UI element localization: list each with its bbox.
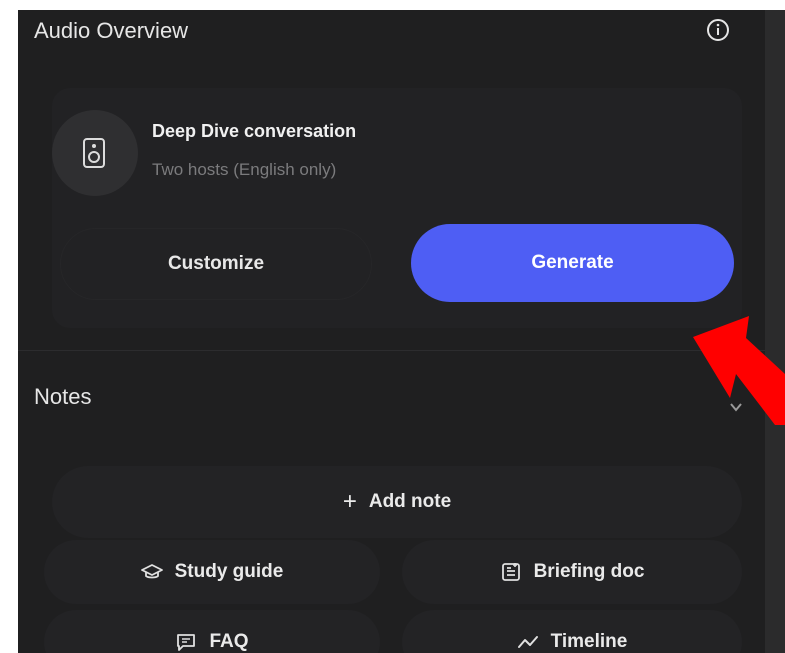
generate-button[interactable]: Generate bbox=[411, 224, 734, 302]
plus-icon: + bbox=[342, 488, 357, 515]
info-icon[interactable] bbox=[706, 18, 730, 42]
speaker-icon bbox=[83, 138, 105, 168]
timeline-label: Timeline bbox=[550, 631, 628, 652]
conversation-title: Deep Dive conversation bbox=[152, 121, 357, 141]
faq-label: FAQ bbox=[209, 631, 249, 652]
audio-overview-title: Audio Overview bbox=[34, 18, 189, 43]
faq-icon bbox=[177, 634, 196, 651]
timeline-icon bbox=[517, 636, 538, 648]
briefing-doc-button[interactable]: Briefing doc bbox=[402, 540, 742, 604]
add-note-button[interactable]: + Add note bbox=[52, 466, 742, 538]
notes-title: Notes bbox=[34, 384, 92, 409]
faq-button[interactable]: FAQ bbox=[44, 610, 380, 653]
briefing-doc-icon bbox=[501, 563, 520, 581]
conversation-subtitle: Two hosts (English only) bbox=[152, 160, 337, 179]
study-guide-label: Study guide bbox=[174, 561, 284, 582]
graduation-cap-icon bbox=[140, 564, 163, 579]
add-note-label: Add note bbox=[368, 491, 452, 512]
briefing-doc-label: Briefing doc bbox=[533, 561, 645, 582]
study-guide-button[interactable]: Study guide bbox=[44, 540, 380, 604]
customize-button[interactable]: Customize bbox=[60, 228, 372, 300]
red-arrow-annotation bbox=[693, 316, 785, 425]
section-divider bbox=[18, 350, 765, 351]
timeline-button[interactable]: Timeline bbox=[402, 610, 742, 653]
studio-panel: Audio Overview Deep Dive conversation Tw… bbox=[18, 10, 765, 653]
